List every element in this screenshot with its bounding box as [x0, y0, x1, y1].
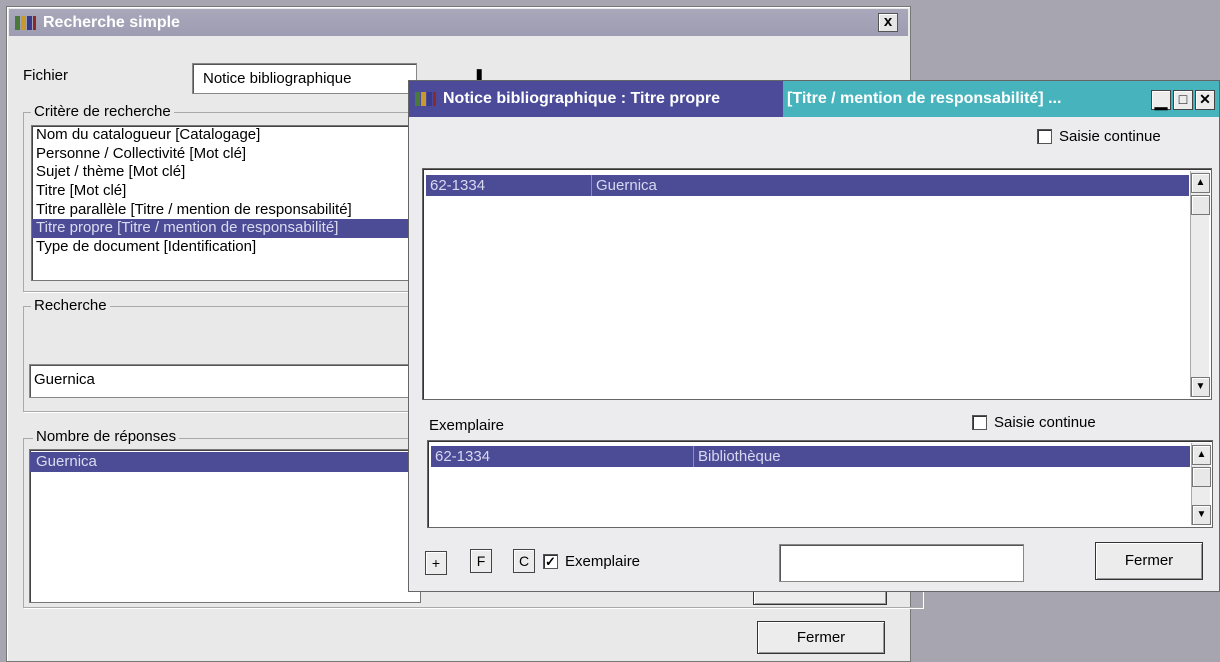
recherche-input[interactable]: Guernica	[29, 364, 419, 398]
exemplaire-lieu: Bibliothèque	[698, 448, 781, 465]
exemplaire-input[interactable]	[779, 544, 1024, 582]
close-button[interactable]: ✕	[1195, 90, 1215, 110]
reponses-list[interactable]: Guernica	[29, 449, 421, 603]
recherche-simple-titlebar[interactable]: Recherche simple x	[9, 9, 908, 36]
exemplaire-checkbox-label: Exemplaire	[565, 553, 641, 570]
fermer-button[interactable]: Fermer	[1095, 542, 1203, 580]
exemplaire-code: 62-1334	[435, 448, 491, 465]
notice-scrollbar[interactable]: ▲ ▼	[1190, 171, 1210, 397]
notice-title-main: Notice bibliographique : Titre propre	[443, 90, 721, 107]
minimize-button[interactable]: ▁	[1151, 90, 1171, 110]
reponse-item-selected[interactable]: Guernica	[30, 452, 420, 472]
exemplaire-scrollbar[interactable]: ▲ ▼	[1191, 443, 1211, 525]
saisie-continue-label: Saisie continue	[1059, 128, 1161, 145]
exemplaire-label: Exemplaire	[429, 417, 505, 434]
critere-item[interactable]: Titre [Mot clé]	[32, 182, 420, 201]
notice-titre: Guernica	[596, 177, 657, 194]
column-separator	[693, 446, 694, 467]
saisie-continue-checkbox-1[interactable]: Saisie continue	[1037, 128, 1161, 145]
notice-window: Notice bibliographique : Titre propre [T…	[408, 80, 1220, 592]
saisie-continue-label: Saisie continue	[994, 414, 1096, 431]
checkbox-box[interactable]	[972, 415, 987, 430]
scroll-thumb[interactable]	[1192, 467, 1211, 487]
notice-row-selected[interactable]: 62-1334 Guernica	[426, 175, 1189, 196]
app-books-icon	[415, 91, 437, 107]
recherche-title: Recherche	[31, 297, 110, 314]
critere-item[interactable]: Sujet / thème [Mot clé]	[32, 163, 420, 182]
criteres-list[interactable]: Nom du catalogueur [Catalogage] Personne…	[31, 125, 421, 281]
c-button[interactable]: C	[513, 549, 535, 573]
saisie-continue-checkbox-2[interactable]: Saisie continue	[972, 414, 1096, 431]
maximize-button[interactable]: □	[1173, 90, 1193, 110]
notice-code: 62-1334	[430, 177, 486, 194]
reponses-title: Nombre de réponses	[33, 428, 180, 445]
add-button[interactable]: +	[425, 551, 447, 575]
scroll-down-icon[interactable]: ▼	[1192, 505, 1211, 525]
scroll-up-icon[interactable]: ▲	[1191, 173, 1210, 193]
checkbox-box[interactable]	[1037, 129, 1052, 144]
critere-item[interactable]: Personne / Collectivité [Mot clé]	[32, 145, 420, 164]
column-separator	[591, 175, 592, 196]
exemplaire-grid[interactable]: 62-1334 Bibliothèque ▲ ▼	[427, 440, 1213, 528]
critere-item-selected[interactable]: Titre propre [Titre / mention de respons…	[32, 219, 420, 239]
fichier-label: Fichier	[23, 67, 69, 84]
checkmark-icon[interactable]: ✓	[543, 554, 558, 569]
scroll-down-icon[interactable]: ▼	[1191, 377, 1210, 397]
scroll-up-icon[interactable]: ▲	[1192, 445, 1211, 465]
notice-grid[interactable]: 62-1334 Guernica ▲ ▼	[422, 168, 1212, 400]
exemplaire-checkbox[interactable]: ✓ Exemplaire	[543, 553, 640, 570]
close-button[interactable]: x	[878, 13, 898, 32]
notice-titlebar[interactable]: Notice bibliographique : Titre propre [T…	[409, 81, 1219, 117]
exemplaire-row-selected[interactable]: 62-1334 Bibliothèque	[431, 446, 1190, 467]
fichier-select[interactable]: Notice bibliographique	[192, 63, 417, 94]
f-button[interactable]: F	[470, 549, 492, 573]
critere-item[interactable]: Type de document [Identification]	[32, 238, 420, 257]
critere-item[interactable]: Nom du catalogueur [Catalogage]	[32, 126, 420, 145]
window-title: Recherche simple	[43, 13, 180, 31]
criteres-title: Critère de recherche	[31, 103, 174, 120]
app-books-icon	[15, 15, 37, 31]
scroll-thumb[interactable]	[1191, 195, 1210, 215]
fermer-button[interactable]: Fermer	[757, 621, 885, 654]
critere-item[interactable]: Titre parallèle [Titre / mention de resp…	[32, 201, 420, 220]
